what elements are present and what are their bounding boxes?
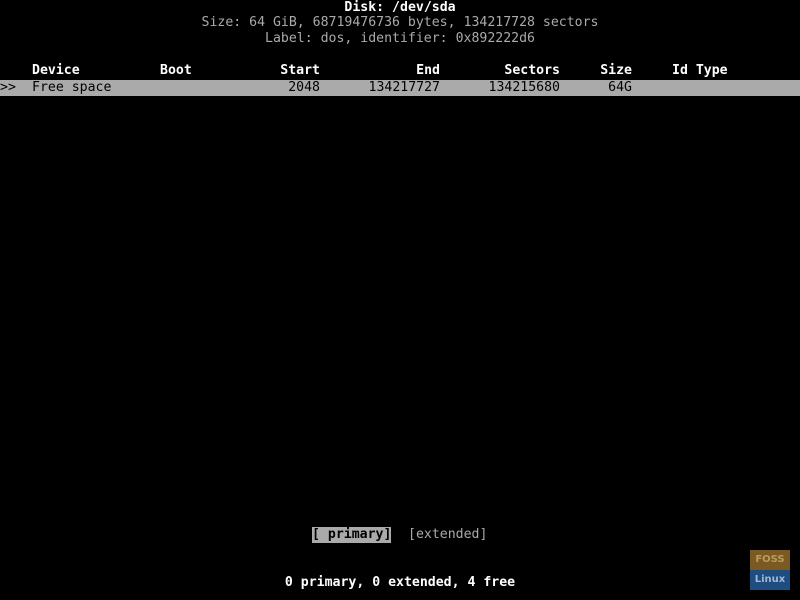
column-id-type: Id Type bbox=[672, 63, 728, 78]
row-start: 2048 bbox=[288, 80, 320, 95]
extended-button[interactable]: [extended] bbox=[408, 527, 487, 543]
action-menu: [ primary] [extended] bbox=[0, 527, 800, 543]
column-end: End bbox=[416, 63, 440, 78]
status-line: 0 primary, 0 extended, 4 free bbox=[284, 575, 516, 590]
row-size: 64G bbox=[608, 80, 632, 95]
column-boot: Boot bbox=[160, 63, 192, 78]
selection-marker: >> bbox=[0, 80, 16, 95]
disk-size-info: Size: 64 GiB, 68719476736 bytes, 1342177… bbox=[201, 15, 599, 30]
column-start: Start bbox=[280, 63, 320, 78]
primary-button[interactable]: [ primary] bbox=[312, 527, 392, 543]
watermark-top: FOSS bbox=[750, 550, 790, 570]
disk-title: Disk: /dev/sda bbox=[344, 0, 456, 15]
column-device: Device bbox=[32, 63, 80, 78]
column-sectors: Sectors bbox=[504, 63, 560, 78]
table-row[interactable]: >> Free space 2048 134217727 134215680 6… bbox=[0, 80, 800, 96]
disk-label-info: Label: dos, identifier: 0x892222d6 bbox=[265, 31, 535, 46]
table-header: Device Boot Start End Sectors Size Id Ty… bbox=[0, 63, 800, 79]
watermark-bottom: Linux bbox=[750, 570, 790, 590]
row-sectors: 134215680 bbox=[488, 80, 560, 95]
row-device: Free space bbox=[32, 80, 112, 95]
column-size: Size bbox=[600, 63, 632, 78]
row-end: 134217727 bbox=[368, 80, 440, 95]
foss-linux-watermark: FOSS Linux bbox=[750, 550, 790, 590]
